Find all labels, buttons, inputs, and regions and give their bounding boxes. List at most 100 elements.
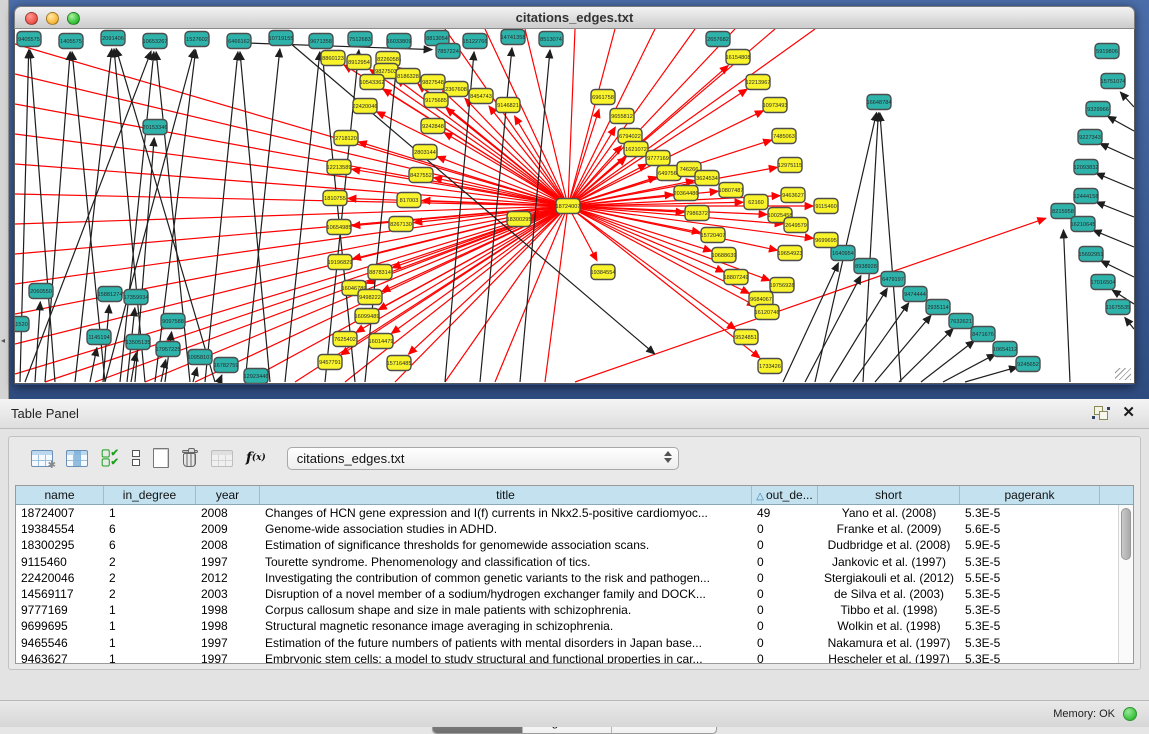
graph-node[interactable]: 9457791	[318, 355, 342, 370]
graph-node[interactable]: 16099489	[355, 309, 380, 324]
graph-node[interactable]: 8471676	[971, 327, 995, 342]
table-row[interactable]: 1872400712008Changes of HCN gene express…	[16, 505, 1133, 521]
column-header-year[interactable]: year	[196, 486, 260, 504]
graph-node[interactable]: 17957225	[156, 342, 181, 357]
graph-node[interactable]: 19384554	[591, 265, 616, 280]
graph-node[interactable]: 10719155	[269, 31, 294, 46]
column-header-title[interactable]: title	[260, 486, 752, 504]
table-row[interactable]: 1830029562008Estimation of significance …	[16, 537, 1133, 553]
graph-node[interactable]: 8860123	[321, 51, 345, 66]
graph-node[interactable]: 16782759	[214, 358, 239, 373]
graph-node[interactable]: 9777169	[646, 151, 670, 166]
graph-node[interactable]: 9827548	[421, 75, 445, 90]
graph-node[interactable]: 2803144	[413, 145, 437, 160]
graph-node[interactable]: 9097588	[161, 314, 185, 329]
float-panel-icon[interactable]	[1094, 406, 1108, 420]
graph-node[interactable]: 10958107	[188, 350, 213, 365]
graph-node[interactable]: 10653267	[143, 34, 168, 49]
graph-node[interactable]: 15692951	[1079, 247, 1104, 262]
graph-node[interactable]: 14741358	[501, 30, 526, 45]
graph-node[interactable]: 6479197	[881, 272, 905, 287]
graph-node[interactable]: 1405575	[59, 34, 83, 49]
graph-node[interactable]: 15122766	[463, 34, 488, 49]
close-panel-icon[interactable]: ✕	[1122, 406, 1135, 420]
graph-node[interactable]: 9463627	[781, 188, 805, 203]
graph-node[interactable]: 7857224	[436, 44, 460, 59]
select-columns-button[interactable]: ▢✔ ▢✔	[101, 445, 119, 471]
table-row[interactable]: 946362711997Embryonic stem cells: a mode…	[16, 651, 1133, 663]
graph-node[interactable]: 20364486	[674, 186, 699, 201]
graph-node[interactable]: 10654112	[993, 342, 1017, 357]
graph-node[interactable]: 15720407	[701, 228, 726, 243]
graph-node[interactable]: 12975115	[778, 158, 802, 173]
graph-node[interactable]: 17359934	[124, 290, 149, 305]
graph-node[interactable]: 20153346	[143, 120, 168, 135]
graph-node[interactable]: 10543362	[360, 75, 385, 90]
column-header-in_degree[interactable]: in_degree	[104, 486, 196, 504]
graph-node[interactable]: 16120746	[755, 305, 780, 320]
graph-node[interactable]: 16014479	[369, 334, 394, 349]
graph-node[interactable]: 7485063	[772, 129, 796, 144]
graph-node[interactable]: 2718120	[334, 131, 358, 146]
window-titlebar[interactable]: citations_edges.txt	[14, 6, 1135, 29]
graph-node[interactable]: 2649579	[784, 218, 808, 233]
table-row[interactable]: 946554611997Estimation of the future num…	[16, 635, 1133, 651]
show-columns-button[interactable]	[66, 445, 88, 471]
graph-node[interactable]: 19196829	[328, 255, 353, 270]
graph-node[interactable]: 12213967	[746, 75, 771, 90]
zoom-window-button[interactable]	[67, 12, 80, 25]
table-row[interactable]: 911546021997Tourette syndrome. Phenomeno…	[16, 554, 1133, 570]
graph-node[interactable]: 10654985	[327, 220, 352, 235]
graph-node[interactable]: 16033809	[387, 34, 412, 49]
graph-node[interactable]: 12923446	[244, 369, 269, 384]
table-row[interactable]: 1938455462009Genome-wide association stu…	[16, 521, 1133, 537]
graph-node[interactable]: 2060550	[29, 284, 53, 299]
graph-node[interactable]: 8267130	[389, 217, 413, 232]
graph-node[interactable]: 15751074	[1101, 74, 1126, 89]
graph-node[interactable]: 9245652	[1016, 357, 1040, 372]
graph-node[interactable]: 18807249	[724, 270, 749, 285]
graph-node[interactable]: 6961758	[591, 90, 615, 105]
graph-node[interactable]: 12093832	[1074, 160, 1099, 175]
delete-table-button[interactable]	[182, 445, 198, 471]
table-row[interactable]: 969969511998Structural magnetic resonanc…	[16, 618, 1133, 634]
graph-node[interactable]: 8454743	[469, 89, 493, 104]
table-row[interactable]: 977716911998Corpus callosum shape and si…	[16, 602, 1133, 618]
graph-node[interactable]: 2657682	[706, 32, 730, 47]
graph-node[interactable]: 9175685	[424, 93, 448, 108]
graph-node[interactable]: 11675535	[1106, 300, 1130, 315]
close-window-button[interactable]	[25, 12, 38, 25]
graph-node[interactable]: 8427552	[409, 168, 433, 183]
table-settings-button[interactable]: ✱	[31, 445, 53, 471]
column-header-out_degree[interactable]: △out_de...	[752, 486, 818, 504]
graph-node[interactable]: 9227343	[1078, 130, 1102, 145]
table-row[interactable]: 1456911722003Disruption of a novel membe…	[16, 586, 1133, 602]
graph-node[interactable]: 22420046	[353, 99, 378, 114]
graph-node[interactable]: 16210645	[1071, 217, 1096, 232]
graph-node[interactable]: 2091406	[101, 31, 125, 46]
graph-node[interactable]: 1810755	[323, 191, 347, 206]
graph-node[interactable]: 1621072	[624, 142, 648, 157]
graph-node[interactable]: 7632621	[949, 314, 973, 329]
graph-node[interactable]: 9474444	[903, 287, 927, 302]
graph-node[interactable]: 16648784	[867, 95, 892, 110]
graph-node[interactable]: 1145194	[87, 330, 111, 345]
graph-node[interactable]: 6466162	[227, 34, 251, 49]
row-height-button[interactable]	[132, 445, 140, 471]
graph-node[interactable]: 9405575	[17, 32, 41, 47]
column-header-pagerank[interactable]: pagerank	[960, 486, 1100, 504]
graph-node[interactable]: 9655812	[610, 109, 634, 124]
graph-node[interactable]: 1527602	[185, 32, 209, 47]
graph-node[interactable]: 9115460	[814, 199, 838, 214]
graph-node[interactable]: 9242848	[421, 119, 445, 134]
graph-node[interactable]: 9146821	[496, 98, 520, 113]
left-panel-divider[interactable]: ◂	[0, 0, 9, 399]
graph-node[interactable]: 62160	[744, 195, 768, 210]
table-row[interactable]: 2242004622012Investigating the contribut…	[16, 570, 1133, 586]
graph-node[interactable]: 10807487	[719, 183, 744, 198]
graph-node[interactable]: 16154808	[726, 50, 751, 65]
graph-node[interactable]: 10688639	[712, 248, 737, 263]
graph-node[interactable]: 12444158	[1074, 189, 1099, 204]
graph-node[interactable]: 8938928	[854, 259, 878, 274]
graph-node[interactable]: 8878314	[368, 265, 392, 280]
